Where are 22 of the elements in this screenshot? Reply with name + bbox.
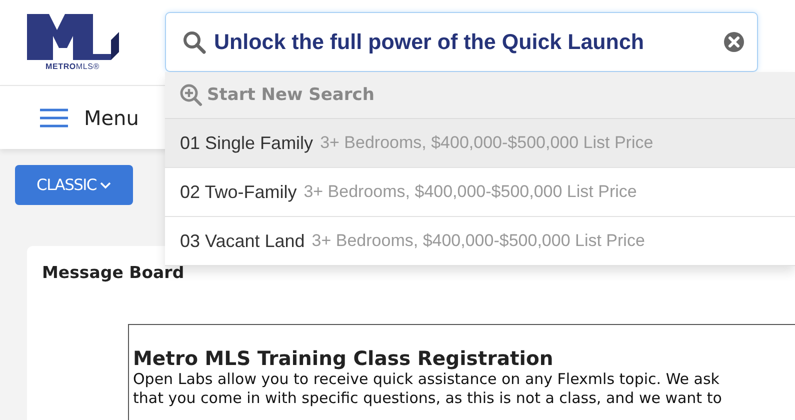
saved-search-detail: 3+ Bedrooms, $400,000-$500,000 List Price [312,231,645,251]
saved-search-item[interactable]: 02 Two-Family 3+ Bedrooms, $400,000-$500,000 List Price [165,168,795,217]
logo-icon [26,14,118,60]
saved-search-detail: 3+ Bedrooms, $400,000-$500,000 List Price [304,182,637,202]
zoom-in-icon [179,83,203,107]
post-title: Metro MLS Training Class Registration [133,347,554,370]
saved-search-item[interactable]: 03 Vacant Land 3+ Bedrooms, $400,000-$500,000 List Price [165,217,795,266]
classic-view-button[interactable]: CLASSIC [15,165,133,205]
search-field[interactable]: Unlock the full power of the Quick Launch [165,12,758,72]
search-icon [182,30,206,54]
post-text: Open Labs allow you to receive quick assistance on any Flexmls topic. We ask [133,370,720,389]
saved-search-name: 03 Vacant Land [180,230,305,252]
saved-search-item[interactable]: 01 Single Family 3+ Bedrooms, $400,000-$500,000 List Price [165,119,795,168]
caret-icon [100,182,112,188]
saved-search-detail: 3+ Bedrooms, $400,000-$500,000 List Price [320,133,654,153]
menu-icon [40,108,68,128]
saved-search-name: 02 Two-Family [180,182,297,202]
clear-icon[interactable] [723,31,745,53]
menu-label: Menu [84,106,139,130]
saved-search-name: 01 Single Family [180,132,314,154]
logo-wordmark: METROMLS® [46,62,100,71]
post-text: that you come in with specific questions, as this is not a class, and we want to [133,389,723,408]
